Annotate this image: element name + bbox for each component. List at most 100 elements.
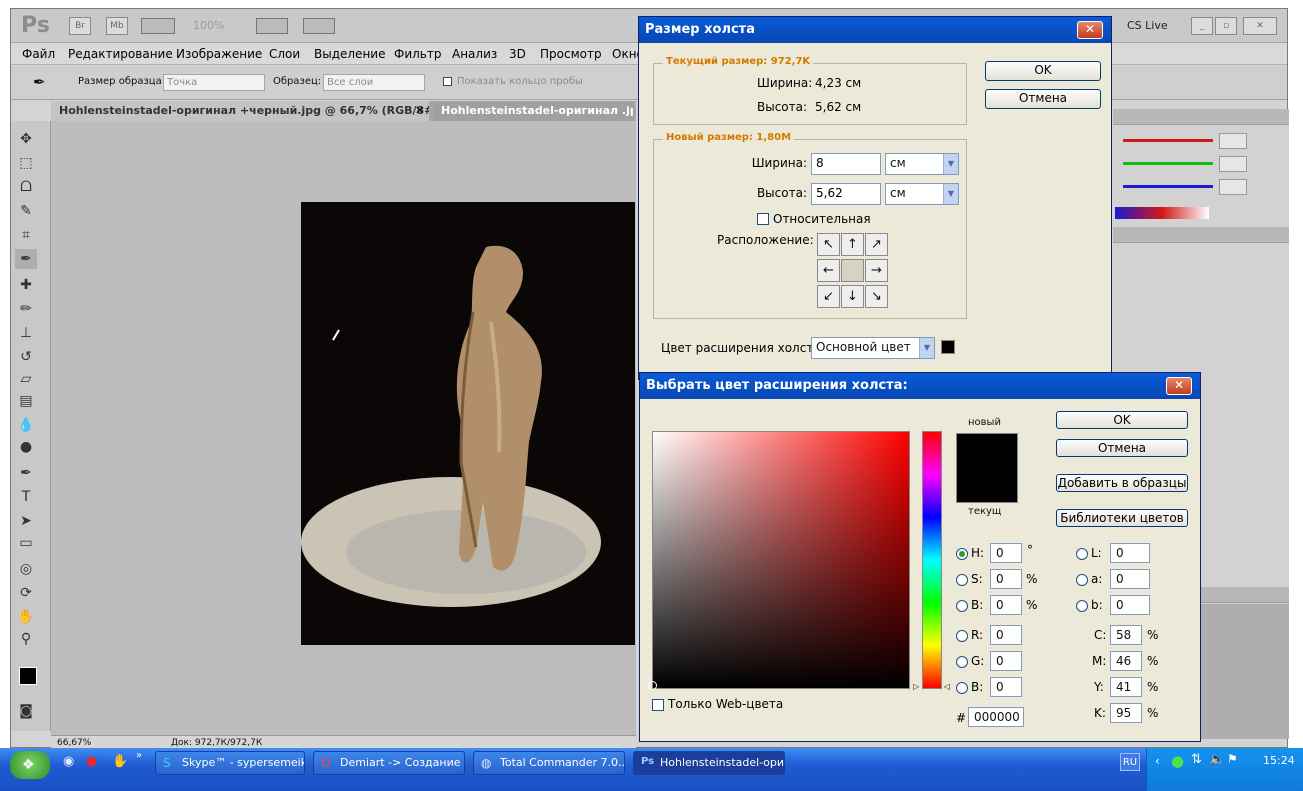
- quicklaunch-app-icon[interactable]: ✋: [112, 754, 128, 769]
- blue-radio[interactable]: [956, 682, 968, 694]
- green-value[interactable]: [1219, 156, 1247, 172]
- quicklaunch-more-icon[interactable]: »: [136, 750, 142, 761]
- foreground-color-swatch[interactable]: [19, 667, 37, 685]
- chevron-down-icon[interactable]: ▼: [943, 154, 958, 174]
- y-input[interactable]: 41: [1110, 677, 1142, 697]
- 3d-orbit-tool-icon[interactable]: ⟳: [15, 583, 37, 603]
- sample-size-select[interactable]: Точка: [163, 74, 265, 91]
- a-input[interactable]: 0: [1110, 569, 1150, 589]
- mini-bridge-button[interactable]: Mb: [106, 17, 128, 35]
- close-window-button[interactable]: ✕: [1243, 17, 1277, 35]
- show-ring-checkbox[interactable]: [443, 77, 452, 86]
- tray-clock[interactable]: 15:24: [1263, 754, 1295, 767]
- b-input[interactable]: 0: [990, 595, 1022, 615]
- canvas-dialog-close-button[interactable]: ✕: [1077, 21, 1103, 39]
- menu-select[interactable]: Выделение: [309, 45, 390, 63]
- tray-volume-icon[interactable]: 🔈: [1209, 752, 1225, 767]
- hue-slider-left-icon[interactable]: ▷: [913, 682, 919, 691]
- bridge-button[interactable]: Br: [69, 17, 91, 35]
- tray-flag-icon[interactable]: ⚑: [1227, 752, 1238, 766]
- red-slider[interactable]: [1123, 139, 1213, 142]
- task-total-commander[interactable]: Total Commander 7.0…: [473, 751, 625, 775]
- hex-input[interactable]: 000000: [968, 707, 1024, 727]
- task-skype[interactable]: Skype™ - sypersemeik…: [155, 751, 305, 775]
- r-input[interactable]: 0: [990, 625, 1022, 645]
- anchor-center[interactable]: [841, 259, 864, 282]
- hue-slider-right-icon[interactable]: ◁: [944, 682, 950, 691]
- color-libraries-button[interactable]: Библиотеки цветов: [1056, 509, 1188, 527]
- anchor-nw-icon[interactable]: ↖: [817, 233, 840, 256]
- b-radio[interactable]: [956, 600, 968, 612]
- picker-cancel-button[interactable]: Отмена: [1056, 439, 1188, 457]
- new-width-input[interactable]: 8: [811, 153, 881, 175]
- anchor-sw-icon[interactable]: ↙: [817, 285, 840, 308]
- task-opera[interactable]: Demiart -> Создание …: [313, 751, 465, 775]
- tray-skype-status-icon[interactable]: ●: [1171, 752, 1184, 770]
- chevron-down-icon[interactable]: ▼: [943, 184, 958, 204]
- gradient-tool-icon[interactable]: ▤: [15, 391, 37, 411]
- stamp-tool-icon[interactable]: ⊥: [15, 323, 37, 343]
- task-photoshop[interactable]: Hohlensteinstadel-ори…: [633, 751, 785, 775]
- canvas-cancel-button[interactable]: Отмена: [985, 89, 1101, 109]
- menu-filter[interactable]: Фильтр: [389, 45, 446, 63]
- extension-color-select[interactable]: Основной цвет ▼: [811, 337, 935, 359]
- add-to-swatches-button[interactable]: Добавить в образцы: [1056, 474, 1188, 492]
- restore-button[interactable]: ▫: [1215, 17, 1237, 35]
- blur-tool-icon[interactable]: 💧: [15, 415, 37, 435]
- lasso-tool-icon[interactable]: ᗝ: [15, 177, 37, 197]
- close-tab-icon[interactable]: ✕: [415, 104, 424, 117]
- minimize-button[interactable]: _: [1191, 17, 1213, 35]
- eyedropper-icon[interactable]: ✒: [33, 73, 46, 91]
- menu-view[interactable]: Просмотр: [535, 45, 607, 63]
- tray-expand-icon[interactable]: ‹: [1155, 754, 1160, 768]
- h-radio[interactable]: [956, 548, 968, 560]
- brush-tool-icon[interactable]: ✏: [15, 299, 37, 319]
- crop-tool-icon[interactable]: ⌗: [15, 225, 37, 245]
- h-input[interactable]: 0: [990, 543, 1022, 563]
- dodge-tool-icon[interactable]: ●: [15, 437, 37, 457]
- eyedropper-tool-icon[interactable]: ✒: [15, 249, 37, 269]
- hand-tool-icon[interactable]: ✋: [15, 607, 37, 627]
- g-radio[interactable]: [956, 656, 968, 668]
- start-button[interactable]: ❖: [10, 751, 50, 779]
- s-radio[interactable]: [956, 574, 968, 586]
- red-value[interactable]: [1219, 133, 1247, 149]
- anchor-s-icon[interactable]: ↓: [841, 285, 864, 308]
- menu-analysis[interactable]: Анализ: [447, 45, 502, 63]
- sample-select[interactable]: Все слои: [323, 74, 425, 91]
- anchor-n-icon[interactable]: ↑: [841, 233, 864, 256]
- l-input[interactable]: 0: [1110, 543, 1150, 563]
- path-select-tool-icon[interactable]: ➤: [15, 511, 37, 531]
- menu-file[interactable]: Файл: [17, 45, 60, 63]
- g-input[interactable]: 0: [990, 651, 1022, 671]
- quick-mask-icon[interactable]: ◙: [15, 701, 37, 721]
- language-indicator[interactable]: RU: [1120, 753, 1140, 771]
- lab-b-radio[interactable]: [1076, 600, 1088, 612]
- tray-network-icon[interactable]: ⇅: [1191, 752, 1202, 767]
- pen-tool-icon[interactable]: ✒: [15, 463, 37, 483]
- quicklaunch-ie-icon[interactable]: ◉: [63, 754, 74, 769]
- document-image[interactable]: [301, 202, 635, 645]
- web-colors-checkbox[interactable]: [652, 699, 664, 711]
- m-input[interactable]: 46: [1110, 651, 1142, 671]
- picker-ok-button[interactable]: OK: [1056, 411, 1188, 429]
- new-width-unit-select[interactable]: см ▼: [885, 153, 959, 175]
- extension-color-swatch[interactable]: [941, 340, 955, 354]
- zoom-tool-icon[interactable]: ⚲: [15, 629, 37, 649]
- chevron-down-icon[interactable]: ▼: [919, 338, 934, 358]
- green-slider[interactable]: [1123, 162, 1213, 165]
- anchor-se-icon[interactable]: ↘: [865, 285, 888, 308]
- anchor-w-icon[interactable]: ←: [817, 259, 840, 282]
- type-tool-icon[interactable]: T: [15, 487, 37, 507]
- tab-document-active[interactable]: Hohlensteinstadel-оригинал +черный.jpg @…: [51, 101, 429, 121]
- eraser-tool-icon[interactable]: ▱: [15, 369, 37, 389]
- blue-input[interactable]: 0: [990, 677, 1022, 697]
- 3d-rotate-tool-icon[interactable]: ◎: [15, 559, 37, 579]
- quick-select-tool-icon[interactable]: ✎: [15, 201, 37, 221]
- blue-value[interactable]: [1219, 179, 1247, 195]
- anchor-e-icon[interactable]: →: [865, 259, 888, 282]
- menu-layers[interactable]: Слои: [264, 45, 305, 63]
- anchor-ne-icon[interactable]: ↗: [865, 233, 888, 256]
- a-radio[interactable]: [1076, 574, 1088, 586]
- hue-slider[interactable]: [922, 431, 942, 689]
